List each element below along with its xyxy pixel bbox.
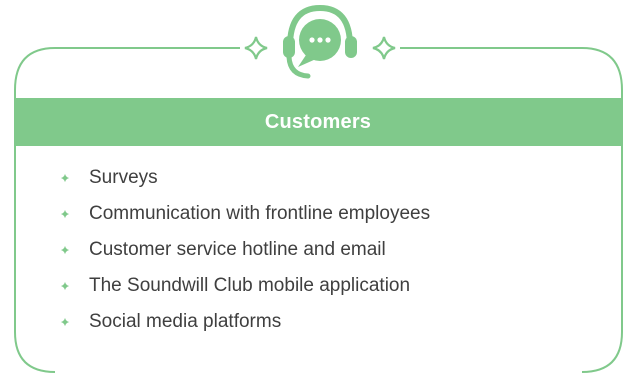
list-item: Communication with frontline employees <box>60 196 430 232</box>
list-item: The Soundwill Club mobile application <box>60 268 430 304</box>
list-item-label: Communication with frontline employees <box>89 203 431 224</box>
sparkle-bullet-icon <box>60 173 70 183</box>
list-item: Surveys <box>60 160 430 196</box>
list-item-label: The Soundwill Club mobile application <box>89 275 411 296</box>
list-item-label: Surveys <box>89 167 158 188</box>
card-title: Customers <box>264 110 372 133</box>
list-item: Social media platforms <box>60 304 430 340</box>
sparkle-bullet-icon <box>60 281 70 291</box>
sparkle-left-icon <box>244 36 268 60</box>
list-item-label: Social media platforms <box>89 311 282 332</box>
header-band: Customers <box>15 98 621 146</box>
chat-support-headset-icon <box>283 4 357 79</box>
list-item-label: Customer service hotline and email <box>89 239 386 260</box>
card-border-right <box>400 47 623 373</box>
sparkle-bullet-icon <box>60 245 70 255</box>
sparkle-bullet-icon <box>60 209 70 219</box>
stakeholder-card: Customers Surveys Communication with fro… <box>0 0 637 380</box>
list-item: Customer service hotline and email <box>60 232 430 268</box>
item-list: Surveys Communication with frontline emp… <box>60 160 430 340</box>
sparkle-right-icon <box>372 36 396 60</box>
sparkle-bullet-icon <box>60 317 70 327</box>
